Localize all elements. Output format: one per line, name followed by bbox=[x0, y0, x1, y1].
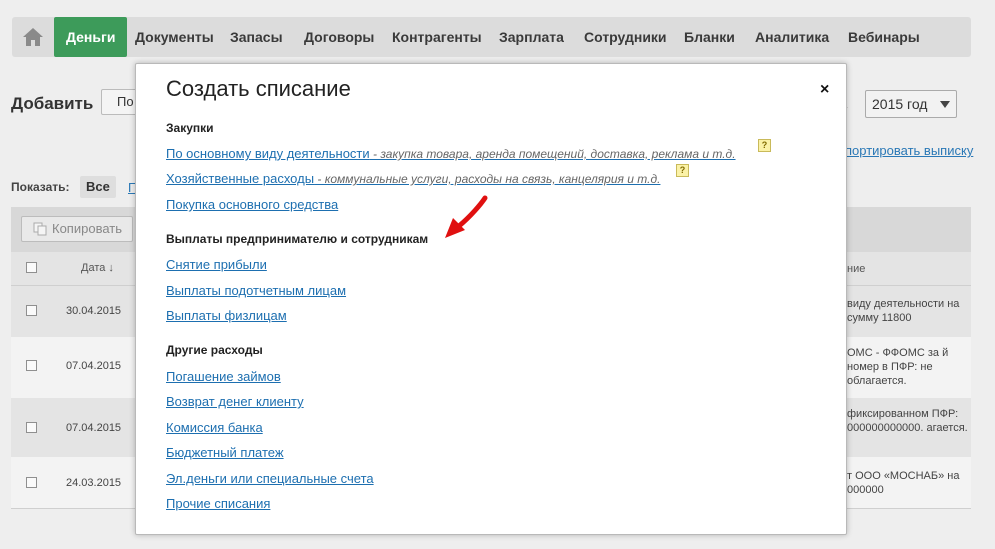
nav-item-employees[interactable]: Сотрудники bbox=[584, 17, 667, 57]
chevron-down-icon bbox=[940, 101, 950, 108]
copy-button-label: Копировать bbox=[52, 221, 122, 236]
nav-item-stock[interactable]: Запасы bbox=[230, 17, 283, 57]
annotation-arrow-icon bbox=[445, 195, 488, 238]
row-date: 07.04.2015 bbox=[66, 422, 122, 434]
nav-item-contracts[interactable]: Договоры bbox=[304, 17, 374, 57]
row-description: виду деятельности на сумму 11800 bbox=[847, 298, 960, 324]
link-bank-commission[interactable]: Комиссия банка bbox=[166, 420, 263, 435]
link-main-activity-label[interactable]: По основному виду деятельности bbox=[166, 146, 370, 161]
link-profit-withdrawal[interactable]: Снятие прибыли bbox=[166, 257, 267, 272]
nav-item-analytics[interactable]: Аналитика bbox=[755, 17, 829, 57]
link-budget-payment[interactable]: Бюджетный платеж bbox=[166, 445, 284, 460]
filter-all[interactable]: Все bbox=[80, 176, 116, 198]
nav-item-forms[interactable]: Бланки bbox=[684, 17, 735, 57]
copy-icon bbox=[33, 222, 47, 236]
row-date: 24.03.2015 bbox=[66, 477, 122, 489]
link-household-expenses-label[interactable]: Хозяйственные расходы bbox=[166, 171, 314, 186]
row-description: фиксированном ПФР: 000000000000. агается… bbox=[847, 408, 968, 434]
row-description: ОМС - ФФОМС за й номер в ПФР: не облагае… bbox=[847, 347, 949, 387]
main-nav: Деньги Документы Запасы Договоры Контраг… bbox=[12, 17, 971, 57]
show-filter-label: Показать: bbox=[11, 180, 70, 194]
copy-button[interactable]: Копировать bbox=[21, 216, 133, 242]
add-title: Добавить bbox=[11, 94, 94, 113]
link-household-expenses-desc: - коммунальные услуги, расходы на связь,… bbox=[314, 172, 661, 186]
nav-item-counterparties[interactable]: Контрагенты bbox=[392, 17, 482, 57]
link-loan-repayment[interactable]: Погашение займов bbox=[166, 369, 281, 384]
link-household-expenses[interactable]: Хозяйственные расходы - коммунальные усл… bbox=[166, 171, 660, 186]
link-main-activity-desc: - закупка товара, аренда помещений, дост… bbox=[369, 147, 736, 161]
row-date: 30.04.2015 bbox=[66, 305, 122, 317]
import-statement-link[interactable]: портировать выписку bbox=[845, 143, 973, 158]
column-description: ние bbox=[847, 263, 866, 275]
nav-item-money[interactable]: Деньги bbox=[54, 17, 128, 57]
year-select-value: 2015 год bbox=[872, 96, 928, 112]
nav-item-webinars[interactable]: Вебинары bbox=[848, 17, 920, 57]
link-main-activity[interactable]: По основному виду деятельности - закупка… bbox=[166, 146, 736, 161]
row-checkbox[interactable] bbox=[26, 305, 37, 316]
dialog-title: Создать списание bbox=[166, 76, 351, 101]
nav-item-salary[interactable]: Зарплата bbox=[499, 17, 564, 57]
row-checkbox[interactable] bbox=[26, 422, 37, 433]
row-description: т ООО «МОСНАБ» на 000000 bbox=[847, 470, 960, 496]
column-date[interactable]: Дата ↓ bbox=[81, 262, 114, 274]
row-checkbox[interactable] bbox=[26, 360, 37, 371]
row-date: 07.04.2015 bbox=[66, 360, 122, 372]
create-expense-dialog: Создать списание × Закупки По основному … bbox=[135, 63, 847, 535]
select-all-checkbox[interactable] bbox=[26, 262, 37, 273]
row-checkbox[interactable] bbox=[26, 477, 37, 488]
link-fixed-asset-purchase[interactable]: Покупка основного средства bbox=[166, 197, 338, 212]
nav-item-documents[interactable]: Документы bbox=[135, 17, 214, 57]
link-client-refund[interactable]: Возврат денег клиенту bbox=[166, 394, 304, 409]
section-heading-other: Другие расходы bbox=[166, 343, 263, 357]
section-heading-payouts: Выплаты предпринимателю и сотрудникам bbox=[166, 232, 429, 246]
home-icon[interactable] bbox=[20, 25, 46, 49]
help-icon[interactable]: ? bbox=[758, 139, 771, 152]
link-individual-payments[interactable]: Выплаты физлицам bbox=[166, 308, 287, 323]
section-heading-purchases: Закупки bbox=[166, 121, 214, 135]
link-e-money-accounts[interactable]: Эл.деньги или специальные счета bbox=[166, 471, 374, 486]
link-other-writeoffs[interactable]: Прочие списания bbox=[166, 496, 270, 511]
year-select[interactable]: 2015 год bbox=[865, 90, 957, 118]
help-icon[interactable]: ? bbox=[676, 164, 689, 177]
close-icon[interactable]: × bbox=[820, 81, 829, 99]
link-accountable-payments[interactable]: Выплаты подотчетным лицам bbox=[166, 283, 346, 298]
